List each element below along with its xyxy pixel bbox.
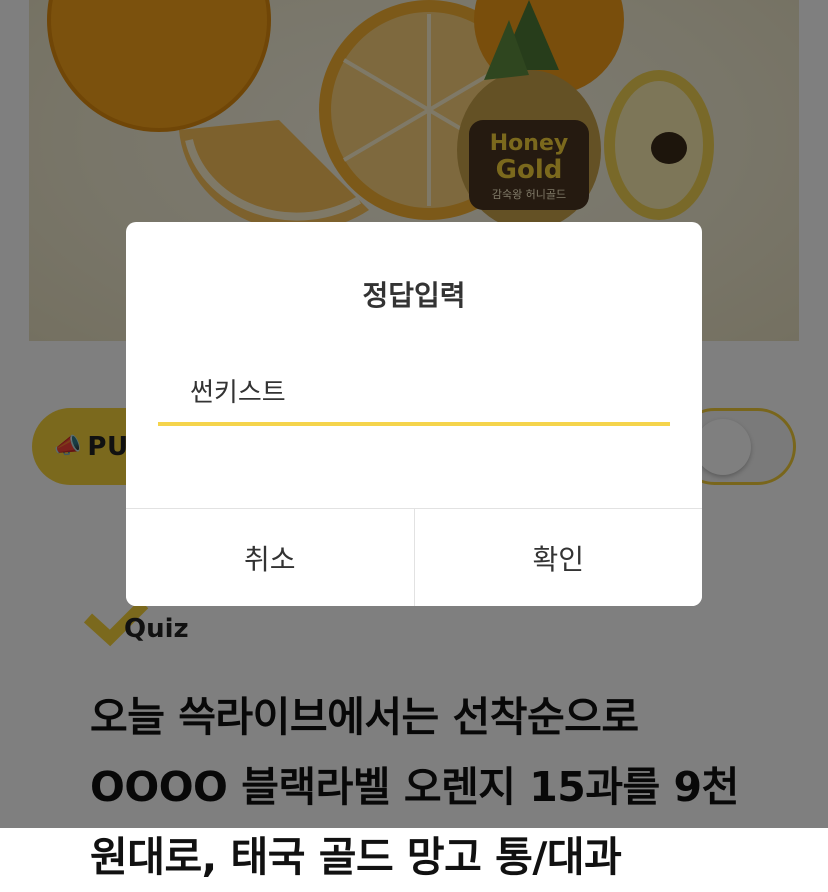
answer-dialog: 정답입력 취소 확인: [126, 222, 702, 606]
dialog-title: 정답입력: [362, 279, 466, 312]
cancel-button[interactable]: 취소: [126, 509, 414, 606]
answer-input[interactable]: [158, 358, 670, 426]
confirm-button[interactable]: 확인: [413, 509, 702, 606]
dialog-button-row: 취소 확인: [126, 508, 702, 606]
